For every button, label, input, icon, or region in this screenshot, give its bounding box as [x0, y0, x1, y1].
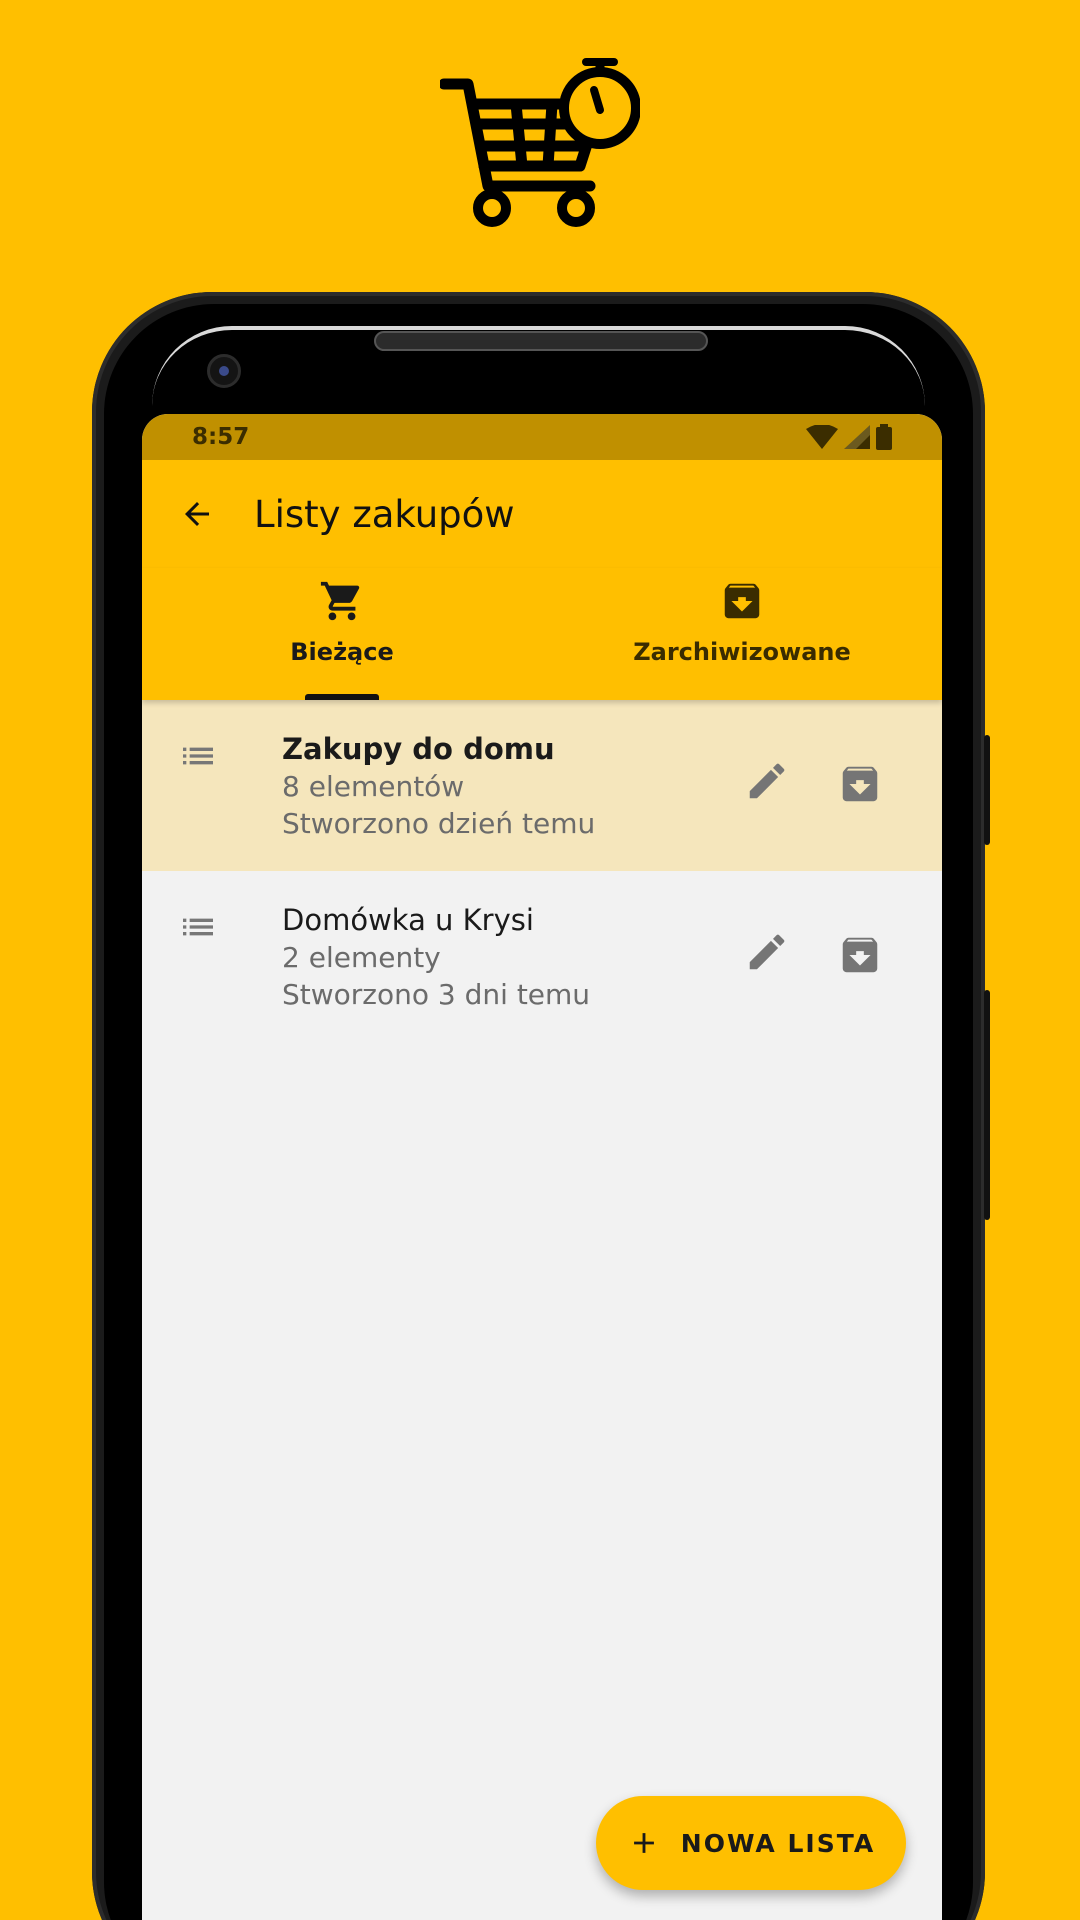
signal-icon: [844, 425, 870, 449]
phone-camera: [207, 354, 241, 388]
cart-icon: [320, 581, 360, 621]
phone-power-button: [984, 735, 990, 845]
status-icons: [806, 424, 892, 450]
status-bar: 8:57: [142, 414, 942, 460]
battery-icon: [876, 424, 892, 450]
edit-button[interactable]: [742, 927, 792, 977]
archive-icon: [842, 937, 878, 973]
arrow-back-icon: [185, 502, 209, 526]
list-item[interactable]: Zakupy do domu 8 elementów Stworzono dzi…: [142, 700, 942, 871]
archive-button[interactable]: [832, 927, 888, 983]
tab-bar: Bieżące Zarchiwizowane: [142, 568, 942, 700]
pencil-icon: [749, 934, 785, 970]
wifi-icon: [806, 425, 838, 449]
new-list-label: NOWA LISTA: [680, 1828, 876, 1858]
list-count: 2 elementy: [282, 941, 441, 974]
pencil-icon: [749, 763, 785, 799]
back-button[interactable]: [142, 460, 252, 568]
list-count: 8 elementów: [282, 770, 465, 803]
tab-indicator: [305, 694, 379, 700]
list-icon: [183, 747, 213, 765]
edit-button[interactable]: [742, 756, 792, 806]
list-created: Stworzono 3 dni temu: [282, 978, 591, 1011]
archive-icon: [842, 766, 878, 802]
plus-icon: [633, 1833, 654, 1853]
status-time: 8:57: [192, 424, 250, 450]
list-item-text: Zakupy do domu 8 elementów Stworzono dzi…: [282, 730, 595, 842]
app-bar: Listy zakupów: [142, 460, 942, 568]
list-icon: [183, 918, 213, 936]
app-screen: 8:57 Listy zakupów Bieżące Zarchiwizowan…: [142, 414, 942, 1920]
page-title: Listy zakupów: [254, 492, 515, 536]
archive-button[interactable]: [832, 756, 888, 812]
list-title: Zakupy do domu: [282, 732, 555, 766]
cart-stopwatch-logo-icon: [440, 58, 640, 227]
tab-current[interactable]: Bieżące: [142, 568, 542, 700]
archive-icon: [724, 583, 760, 619]
list-item[interactable]: Domówka u Krysi 2 elementy Stworzono 3 d…: [142, 871, 942, 1042]
promo-stage: 8:57 Listy zakupów Bieżące Zarchiwizowan…: [0, 0, 1080, 1920]
tab-archived-label: Zarchiwizowane: [633, 638, 851, 666]
tab-archived[interactable]: Zarchiwizowane: [542, 568, 942, 700]
new-list-button[interactable]: NOWA LISTA: [596, 1796, 906, 1890]
list-created: Stworzono dzień temu: [282, 807, 596, 840]
list-title: Domówka u Krysi: [282, 903, 534, 937]
phone-volume-button: [984, 990, 990, 1220]
tab-current-label: Bieżące: [290, 638, 394, 666]
list-item-text: Domówka u Krysi 2 elementy Stworzono 3 d…: [282, 901, 590, 1013]
phone-speaker: [374, 331, 708, 351]
